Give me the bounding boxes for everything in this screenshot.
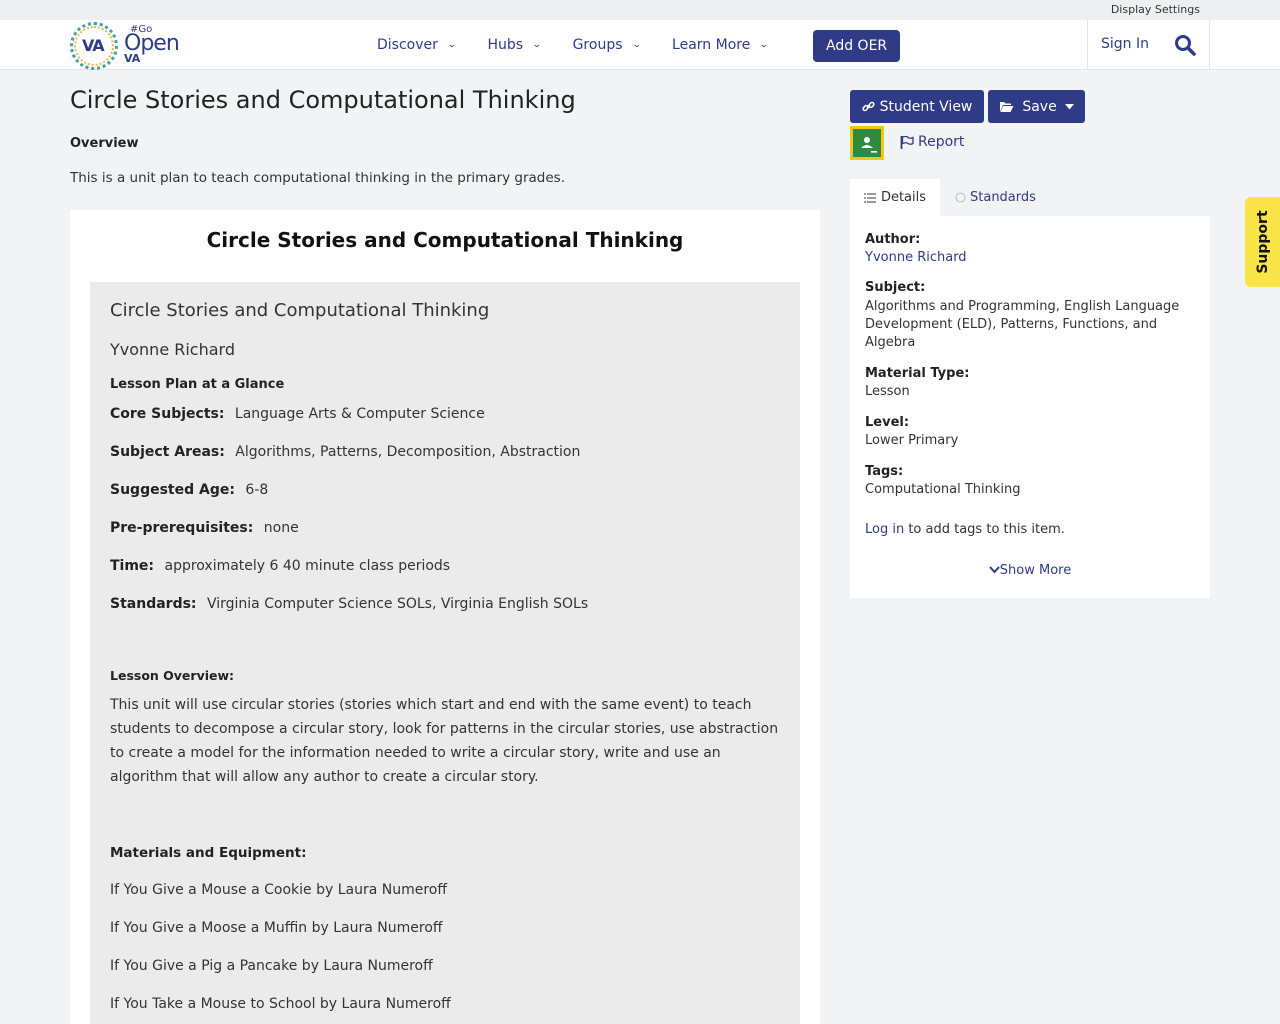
level-value: Lower Primary [865, 433, 959, 448]
nav-learn-more-label: Learn More [672, 37, 751, 53]
search-icon[interactable] [1174, 34, 1196, 56]
show-more-label: Show More [999, 563, 1072, 578]
nav-user-area: Sign In [1087, 20, 1210, 70]
field-value: none [263, 520, 299, 536]
material-type-value: Lesson [865, 384, 910, 399]
field-label: Standards: [110, 596, 197, 612]
google-classroom-share-icon[interactable] [850, 126, 884, 160]
field-value: 6-8 [245, 482, 269, 498]
material-item: If You Give a Mouse a Cookie by Laura Nu… [110, 882, 447, 898]
field-subject-areas: Subject Areas: Algorithms, Patterns, Dec… [110, 444, 580, 460]
nav-hubs[interactable]: Hubs ⌄ [487, 37, 542, 53]
student-view-button[interactable]: Student View [850, 90, 984, 123]
report-link[interactable]: Report [900, 134, 964, 150]
lesson-title: Circle Stories and Computational Thinkin… [110, 300, 490, 321]
author-link[interactable]: Yvonne Richard [865, 249, 1195, 267]
lesson-overview-text: This unit will use circular stories (sto… [110, 697, 779, 785]
level-label: Level: [865, 415, 910, 430]
nav-learn-more[interactable]: Learn More ⌄ [672, 37, 770, 53]
subject-label: Subject: [865, 280, 926, 295]
field-value: Virginia Computer Science SOLs, Virginia… [206, 596, 589, 612]
report-label: Report [918, 134, 965, 150]
main-navbar: VA #Go Open VA Discover ⌄ Hubs ⌄ Groups … [0, 20, 1280, 70]
field-value: Language Arts & Computer Science [234, 406, 485, 422]
chevron-down-icon: ⌄ [446, 40, 457, 50]
field-core-subjects: Core Subjects: Language Arts & Computer … [110, 406, 485, 422]
field-value: approximately 6 40 minute class periods [164, 558, 451, 574]
save-label: Save [1022, 98, 1057, 115]
page-title: Circle Stories and Computational Thinkin… [70, 86, 576, 114]
field-time: Time: approximately 6 40 minute class pe… [110, 558, 450, 574]
tab-standards-label: Standards [970, 190, 1036, 205]
sign-in-link[interactable]: Sign In [1101, 36, 1149, 52]
nav-discover-label: Discover [377, 37, 438, 53]
overview-heading: Overview [70, 136, 139, 151]
login-to-tag: Log in to add tags to this item. [865, 521, 1195, 539]
field-label: Time: [110, 558, 155, 574]
support-tab[interactable]: Support [1245, 197, 1280, 287]
lesson-overview-heading: Lesson Overview: [110, 668, 235, 683]
field-standards: Standards: Virginia Computer Science SOL… [110, 596, 588, 612]
overview-text: This is a unit plan to teach computation… [70, 170, 565, 186]
chevron-down-icon: ⌄ [759, 40, 770, 50]
save-dropdown-button[interactable]: Save [988, 90, 1085, 123]
detail-tabs: Details Standards [850, 179, 1210, 216]
tags-label: Tags: [865, 464, 904, 479]
material-item: If You Take a Mouse to School by Laura N… [110, 996, 451, 1012]
chevron-down-icon [989, 566, 1000, 574]
list-icon [863, 192, 876, 203]
tab-details[interactable]: Details [850, 179, 940, 216]
material-item: If You Give a Moose a Muffin by Laura Nu… [110, 920, 443, 936]
lesson-author: Yvonne Richard [110, 340, 235, 359]
lesson-plan-box: Circle Stories and Computational Thinkin… [90, 282, 800, 1024]
tab-details-label: Details [880, 190, 927, 205]
field-label: Subject Areas: [110, 444, 225, 460]
field-prerequisites: Pre-prerequisites: none [110, 520, 299, 536]
caret-down-icon [1064, 103, 1074, 109]
nav-menu: Discover ⌄ Hubs ⌄ Groups ⌄ Learn More ⌄ [377, 20, 800, 70]
document-content: Circle Stories and Computational Thinkin… [70, 210, 820, 1024]
circle-icon [955, 192, 966, 203]
logo-va2-text: VA [124, 52, 141, 65]
nav-groups[interactable]: Groups ⌄ [572, 37, 642, 53]
support-label: Support [1254, 210, 1271, 274]
show-more-link[interactable]: Show More [850, 563, 1210, 578]
subject-value: Algorithms and Programming, English Lang… [865, 299, 1180, 350]
field-label: Core Subjects: [110, 406, 225, 422]
add-oer-button[interactable]: Add OER [813, 30, 901, 62]
tab-standards[interactable]: Standards [955, 179, 1036, 216]
chevron-down-icon: ⌄ [631, 40, 642, 50]
display-settings-link[interactable]: Display Settings [1111, 3, 1200, 16]
field-value: Algorithms, Patterns, Decomposition, Abs… [235, 444, 581, 460]
flag-icon [900, 135, 914, 149]
material-item: If You Give a Pig a Pancake by Laura Num… [110, 958, 433, 974]
folder-open-icon [1000, 101, 1014, 112]
login-suffix: to add tags to this item. [904, 522, 1065, 537]
glance-heading: Lesson Plan at a Glance [110, 377, 285, 392]
login-link[interactable]: Log in [865, 522, 904, 537]
nav-hubs-label: Hubs [487, 37, 524, 53]
logo-va-text: VA [82, 36, 105, 55]
goopenva-logo[interactable]: VA #Go Open VA [70, 22, 180, 70]
field-label: Suggested Age: [110, 482, 235, 498]
field-suggested-age: Suggested Age: 6-8 [110, 482, 268, 498]
top-utility-bar: Display Settings [0, 0, 1280, 20]
chevron-down-icon: ⌄ [531, 40, 542, 50]
details-panel: Author: Yvonne Richard Subject: Algorith… [850, 216, 1210, 598]
author-label: Author: [865, 232, 921, 247]
tags-value: Computational Thinking [865, 482, 1021, 497]
student-view-label: Student View [879, 98, 973, 115]
link-icon [861, 101, 875, 112]
nav-discover[interactable]: Discover ⌄ [377, 37, 457, 53]
field-label: Pre-prerequisites: [110, 520, 254, 536]
materials-heading: Materials and Equipment: [110, 845, 307, 861]
material-type-label: Material Type: [865, 366, 970, 381]
document-title: Circle Stories and Computational Thinkin… [206, 228, 684, 252]
nav-groups-label: Groups [572, 37, 623, 53]
